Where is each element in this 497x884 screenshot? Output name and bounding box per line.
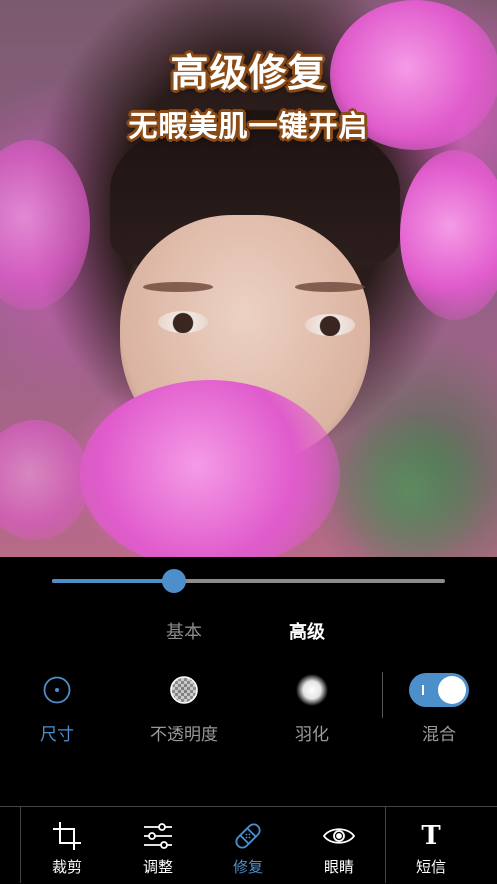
slider-fill xyxy=(52,579,174,583)
sliders-icon xyxy=(118,818,198,854)
nav-eyes[interactable]: 眼睛 xyxy=(299,818,379,877)
nav-text-label: 短信 xyxy=(415,858,446,876)
toggle-on-mark xyxy=(422,685,424,695)
nav-text[interactable]: T 短信 xyxy=(391,818,471,877)
feather-blur-icon xyxy=(262,674,362,706)
tab-basic[interactable]: 基本 xyxy=(166,618,202,644)
nav-adjust[interactable]: 调整 xyxy=(118,818,198,877)
promo-subheadline: 无暇美肌一键开启 xyxy=(128,109,369,143)
photo-brow-left xyxy=(143,282,213,292)
nav-heal[interactable]: 修复 xyxy=(208,818,288,877)
toggle-knob xyxy=(438,676,466,704)
photo-eye-left xyxy=(158,311,208,333)
tool-feather-label: 羽化 xyxy=(295,725,329,745)
slider-thumb[interactable] xyxy=(161,569,186,593)
tool-feather[interactable]: 羽化 xyxy=(262,674,362,745)
tool-size-label: 尺寸 xyxy=(40,725,74,745)
tool-blend-label: 混合 xyxy=(422,725,456,745)
photo-blossom xyxy=(80,380,340,557)
opacity-checker-icon xyxy=(134,674,234,706)
tab-advanced[interactable]: 高级 xyxy=(289,618,325,644)
photo-eye-right xyxy=(305,314,355,336)
promo-headline: 高级修复 xyxy=(170,51,327,95)
strength-slider[interactable] xyxy=(52,569,445,593)
photo-blossom xyxy=(400,150,497,320)
nav-crop[interactable]: 裁剪 xyxy=(27,818,107,877)
tool-opacity-label: 不透明度 xyxy=(150,725,218,745)
size-circle-icon xyxy=(7,674,107,706)
nav-crop-label: 裁剪 xyxy=(51,858,82,876)
tool-size[interactable]: 尺寸 xyxy=(7,674,107,745)
photo-brow-right xyxy=(295,282,365,292)
photo-leaves xyxy=(330,420,490,557)
tool-blend[interactable]: 混合 xyxy=(389,673,489,745)
nav-adjust-label: 调整 xyxy=(142,858,173,876)
tools-divider xyxy=(382,672,383,718)
nav-separator xyxy=(385,807,386,883)
text-icon: T xyxy=(421,821,441,851)
tool-opacity[interactable]: 不透明度 xyxy=(134,674,234,745)
crop-icon xyxy=(27,818,107,854)
nav-eyes-label: 眼睛 xyxy=(323,858,354,876)
eye-icon xyxy=(299,818,379,854)
nav-separator xyxy=(20,807,21,883)
photo-blossom xyxy=(0,140,90,310)
blend-toggle[interactable] xyxy=(409,673,469,707)
blend-toggle-wrap xyxy=(389,673,489,707)
photo-blossom xyxy=(0,420,90,540)
bandage-icon xyxy=(208,818,288,854)
nav-heal-label: 修复 xyxy=(232,858,263,876)
photo-canvas[interactable]: 高级修复 无暇美肌一键开启 xyxy=(0,0,497,557)
